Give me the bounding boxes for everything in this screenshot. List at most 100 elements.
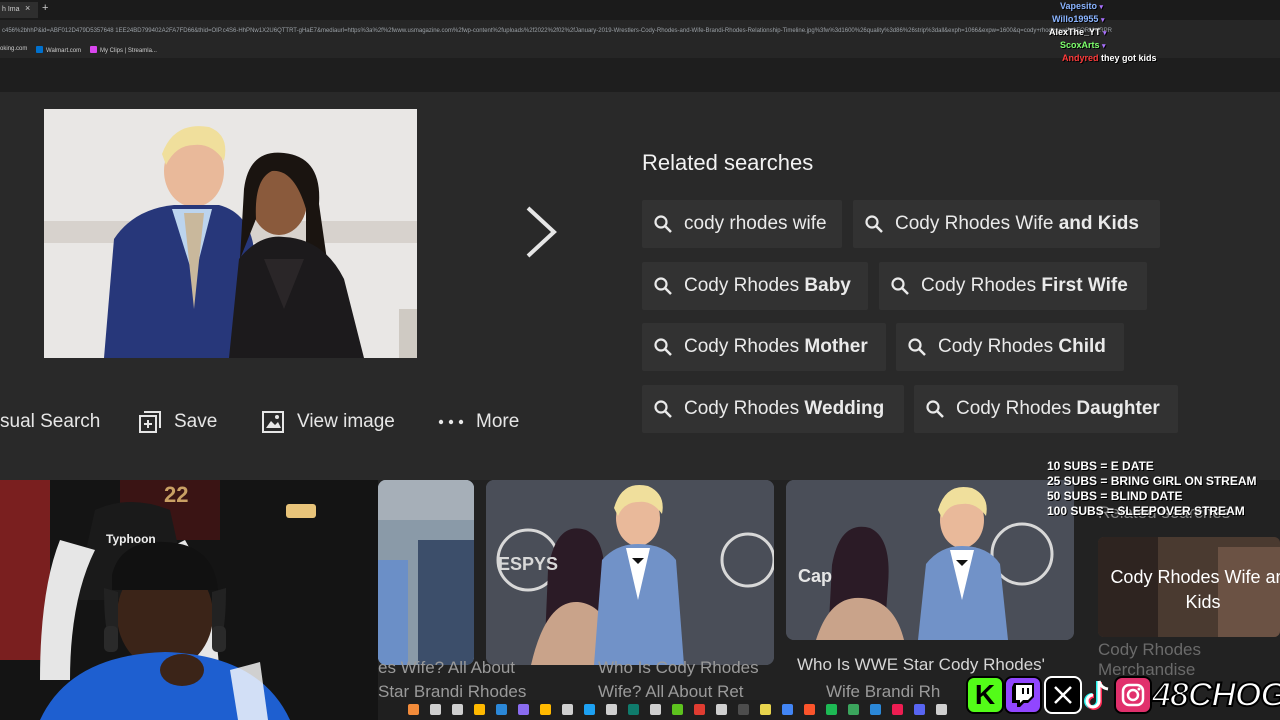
visual-search-button[interactable]: sual Search bbox=[0, 406, 100, 438]
tiktok-icon[interactable] bbox=[892, 704, 903, 715]
app-icon[interactable] bbox=[672, 704, 683, 715]
search-icon bbox=[654, 400, 672, 418]
result-thumbnail[interactable] bbox=[378, 480, 474, 665]
app-icon[interactable] bbox=[870, 704, 881, 715]
new-tab-button[interactable]: + bbox=[42, 2, 48, 14]
related-chip[interactable]: Cody Rhodes Child bbox=[896, 323, 1124, 371]
save-button[interactable]: Save bbox=[138, 406, 217, 438]
related-chip[interactable]: Cody Rhodes Mother bbox=[642, 323, 886, 371]
more-label: More bbox=[476, 411, 520, 432]
chip-text: Cody Rhodes bbox=[956, 398, 1072, 419]
discord-icon[interactable] bbox=[914, 704, 925, 715]
app-icon[interactable] bbox=[848, 704, 859, 715]
app-icon[interactable] bbox=[738, 704, 749, 715]
main-image[interactable] bbox=[44, 109, 417, 358]
file-explorer-icon[interactable] bbox=[474, 704, 485, 715]
edge-icon[interactable] bbox=[584, 704, 595, 715]
result-caption[interactable]: Who Is WWE Star Cody Rhodes' bbox=[797, 655, 1045, 675]
result-thumbnail[interactable]: ESPYS bbox=[486, 480, 774, 665]
app-icon[interactable] bbox=[650, 704, 661, 715]
visual-search-label: sual Search bbox=[0, 411, 101, 432]
sub-goal: 10 SUBS = E DATE bbox=[1047, 459, 1154, 473]
chrome-icon[interactable] bbox=[782, 704, 793, 715]
capital-logo: Cap bbox=[798, 566, 833, 586]
chat-user: ScoxArts bbox=[1060, 40, 1100, 50]
add-collection-icon bbox=[139, 411, 161, 433]
app-icon[interactable] bbox=[716, 704, 727, 715]
sub-goal: 100 SUBS = SLEEPOVER STREAM bbox=[1047, 504, 1245, 518]
app-icon[interactable] bbox=[496, 704, 507, 715]
result-caption[interactable]: Wife? All About Ret bbox=[598, 682, 744, 702]
app-icon[interactable] bbox=[760, 704, 771, 715]
result-caption[interactable]: es Wife? All About bbox=[378, 658, 515, 678]
chip-text: Cody Rhodes bbox=[938, 336, 1054, 357]
search-icon bbox=[908, 338, 926, 356]
app-icon[interactable] bbox=[694, 704, 705, 715]
search-icon bbox=[926, 400, 944, 418]
chat-badge-icon: ▾ bbox=[1099, 4, 1104, 11]
chat-user: AlexThe_YT bbox=[1049, 27, 1101, 37]
walmart-icon bbox=[36, 46, 43, 53]
related-chip[interactable]: Cody Rhodes Wedding bbox=[642, 385, 904, 433]
chat-badge-icon: ▾ bbox=[1100, 17, 1105, 24]
search-icon bbox=[654, 338, 672, 356]
chat-user: Vapesito bbox=[1060, 1, 1098, 11]
view-image-button[interactable]: View image bbox=[261, 406, 395, 438]
jersey-number: 22 bbox=[164, 482, 189, 507]
bookmark-label: My Clips | Streamla... bbox=[100, 48, 157, 54]
bookmark-item[interactable]: oking.com bbox=[0, 46, 27, 52]
app-icon[interactable] bbox=[936, 704, 947, 715]
chip-text: Cody Rhodes bbox=[921, 275, 1037, 296]
app-icon[interactable] bbox=[518, 704, 529, 715]
folder-icon[interactable] bbox=[540, 704, 551, 715]
chip-text-bold: Baby bbox=[804, 275, 851, 296]
more-button[interactable]: More bbox=[438, 406, 519, 438]
instagram-icon bbox=[1114, 676, 1152, 714]
stream-chat: Vapesito ▾ Willo19955 ▾ AlexThe_YT ▾ Sco… bbox=[1040, 0, 1280, 66]
result-thumbnail[interactable]: Cap bbox=[786, 480, 1074, 640]
tab-close-icon[interactable]: × bbox=[25, 3, 30, 13]
browser-tab[interactable]: h Ima bbox=[0, 2, 38, 18]
sub-goal: 50 SUBS = BLIND DATE bbox=[1047, 489, 1183, 503]
app-icon[interactable] bbox=[606, 704, 617, 715]
kick-letter: K bbox=[974, 679, 996, 710]
card-text: Cody Rhodes Wife and Kids bbox=[1098, 565, 1280, 615]
result-caption[interactable]: Cody Rhodes bbox=[1098, 640, 1201, 660]
app-icon[interactable] bbox=[562, 704, 573, 715]
bookmark-item[interactable]: My Clips | Streamla... bbox=[90, 46, 157, 54]
related-chip[interactable]: Cody Rhodes First Wife bbox=[879, 262, 1147, 310]
app-icon[interactable] bbox=[408, 704, 419, 715]
related-chip[interactable]: Cody Rhodes Baby bbox=[642, 262, 868, 310]
chip-text: Cody Rhodes bbox=[684, 398, 800, 419]
chip-text-bold: First Wife bbox=[1041, 275, 1128, 296]
related-chip[interactable]: Cody Rhodes Wife and Kids bbox=[853, 200, 1160, 248]
twitch-icon bbox=[1004, 676, 1042, 714]
x-glyph bbox=[1054, 686, 1072, 704]
result-photo bbox=[378, 480, 474, 665]
save-label: Save bbox=[174, 411, 218, 432]
result-caption[interactable]: Wife Brandi Rh bbox=[826, 682, 940, 702]
chip-text: Cody Rhodes Wife bbox=[895, 213, 1054, 234]
spotify-icon[interactable] bbox=[826, 704, 837, 715]
chat-user: Andyred bbox=[1062, 53, 1099, 63]
search-icon bbox=[865, 215, 883, 233]
app-icon[interactable] bbox=[430, 704, 441, 715]
chat-user: Willo19955 bbox=[1052, 14, 1099, 24]
chevron-right-icon[interactable] bbox=[520, 202, 564, 262]
more-dots-icon bbox=[438, 419, 464, 425]
chat-message: Vapesito ▾ bbox=[1060, 1, 1103, 11]
result-caption[interactable]: Who Is Cody Rhodes bbox=[598, 658, 759, 678]
sub-goal: 25 SUBS = BRING GIRL ON STREAM bbox=[1047, 474, 1257, 488]
related-chip[interactable]: Cody Rhodes Daughter bbox=[914, 385, 1178, 433]
view-image-label: View image bbox=[297, 411, 395, 432]
brave-icon[interactable] bbox=[804, 704, 815, 715]
result-caption[interactable]: Star Brandi Rhodes bbox=[378, 682, 526, 702]
related-chip[interactable]: cody rhodes wife bbox=[642, 200, 842, 248]
bookmark-item[interactable]: Walmart.com bbox=[36, 46, 81, 54]
related-search-card[interactable]: Cody Rhodes Wife and Kids bbox=[1098, 537, 1280, 637]
tab-title: h Ima bbox=[2, 6, 20, 13]
chip-text: Cody Rhodes bbox=[684, 336, 800, 357]
chip-text: cody rhodes wife bbox=[684, 213, 827, 234]
app-icon[interactable] bbox=[628, 704, 639, 715]
app-icon[interactable] bbox=[452, 704, 463, 715]
